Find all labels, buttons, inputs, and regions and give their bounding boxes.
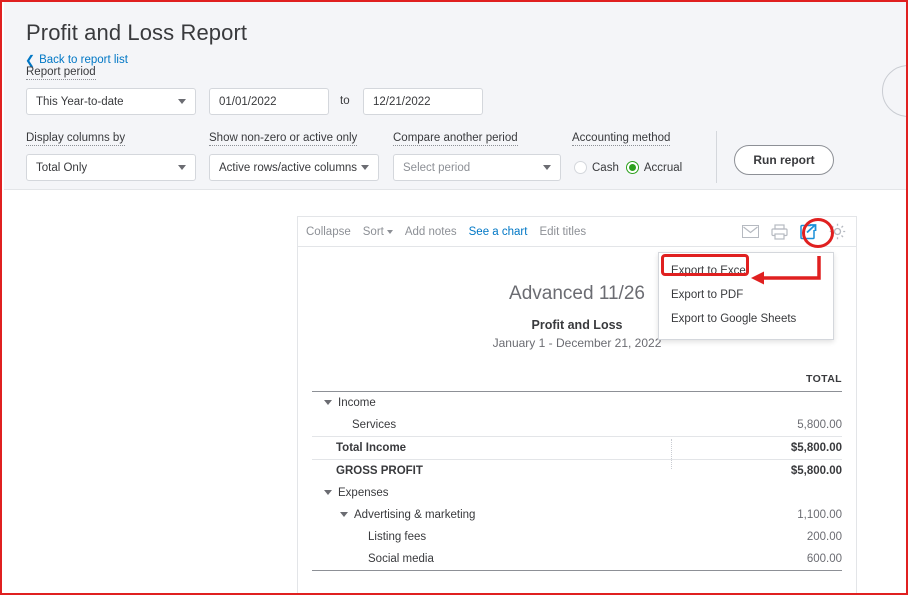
gear-icon[interactable] [829, 223, 846, 240]
row-label: Services [352, 419, 397, 431]
report-toolbar: Collapse Sort Add notes See a chart Edit… [298, 217, 856, 247]
row-amount-cell: 1,100.00 [797, 509, 842, 521]
row-label: Income [338, 397, 376, 409]
compare-period-select[interactable]: Select period [393, 154, 561, 181]
back-to-report-list-link[interactable]: ❮ Back to report list [25, 54, 128, 66]
edge-help-circle[interactable] [882, 65, 906, 117]
table-row: Advertising & marketing 1,100.00 [312, 504, 842, 526]
display-columns-select[interactable]: Total Only [26, 154, 196, 181]
row-amount-cell: $5,800.00 [692, 436, 842, 460]
row-amount-cell: $5,800.00 [692, 459, 842, 482]
row-label: Listing fees [368, 531, 427, 543]
row-label-cell: Listing fees [312, 526, 692, 548]
radio-accrual-label: Accrual [643, 161, 683, 174]
profit-loss-table: TOTAL Income Services 5,800.00 Total Income… [312, 368, 842, 571]
export-dropdown-menu: Export to Excel Export to PDF Export to … [658, 252, 834, 340]
see-a-chart-link[interactable]: See a chart [469, 226, 528, 238]
compare-period-value: Select period [403, 161, 471, 174]
report-period-value: This Year-to-date [36, 95, 124, 108]
row-label-cell: Services [312, 414, 692, 437]
date-from-input[interactable]: 01/01/2022 [209, 88, 329, 115]
row-label-cell: GROSS PROFIT [312, 459, 692, 482]
table-row: Listing fees 200.00 [312, 526, 842, 548]
date-range-to-label: to [340, 95, 350, 107]
table-header-row: TOTAL [312, 368, 842, 392]
radio-cash[interactable]: Cash [574, 161, 619, 174]
row-amount-cell [692, 482, 842, 504]
display-columns-label: Display columns by [26, 132, 126, 146]
toolbar-divider [716, 131, 717, 183]
report-period-select[interactable]: This Year-to-date [26, 88, 196, 115]
menu-item-export-to-excel[interactable]: Export to Excel [659, 259, 833, 283]
page-title: Profit and Loss Report [26, 20, 248, 45]
display-columns-value: Total Only [36, 161, 88, 174]
report-action-icons [742, 223, 848, 240]
compare-period-label: Compare another period [393, 132, 518, 146]
collapse-triangle-icon[interactable] [324, 490, 332, 496]
chevron-down-icon [178, 165, 186, 170]
row-label: GROSS PROFIT [336, 465, 423, 477]
row-label-cell[interactable]: Income [312, 392, 692, 414]
table-row: GROSS PROFIT $5,800.00 [312, 459, 842, 482]
row-label: Expenses [338, 487, 389, 499]
chevron-down-icon [361, 165, 369, 170]
chevron-down-icon [543, 165, 551, 170]
edit-titles-link[interactable]: Edit titles [539, 226, 586, 238]
table-row: Services 5,800.00 [312, 414, 842, 437]
row-label: Advertising & marketing [354, 509, 476, 521]
row-label: Social media [368, 553, 434, 565]
table-row: Income [312, 392, 842, 414]
row-amount-cell: 200.00 [806, 531, 842, 543]
radio-selected-icon [625, 161, 639, 174]
show-nonzero-value: Active rows/active columns [219, 161, 358, 174]
table-row: Social media 600.00 [312, 548, 842, 571]
row-amount-cell: 600.00 [692, 548, 842, 571]
radio-cash-label: Cash [592, 161, 619, 174]
back-link-label: Back to report list [39, 54, 128, 66]
row-label-cell: Total Income [312, 436, 692, 460]
add-notes-link[interactable]: Add notes [405, 226, 457, 238]
email-icon[interactable] [742, 225, 759, 238]
collapse-triangle-icon[interactable] [324, 400, 332, 406]
row-label-cell: Social media [312, 548, 692, 571]
date-to-value: 12/21/2022 [373, 95, 431, 108]
accounting-method-label: Accounting method [572, 132, 671, 146]
collapse-triangle-icon[interactable] [340, 512, 348, 518]
menu-item-export-to-pdf[interactable]: Export to PDF [659, 283, 833, 307]
sort-link-label: Sort [362, 225, 384, 238]
radio-unselected-icon [574, 161, 587, 174]
header-account-cell [312, 368, 692, 392]
show-nonzero-label: Show non-zero or active only [209, 132, 358, 146]
table-body: TOTAL [312, 368, 842, 392]
run-report-button[interactable]: Run report [734, 145, 834, 175]
table-row: Expenses [312, 482, 842, 504]
sort-link[interactable]: Sort [363, 226, 393, 238]
header-total-cell: TOTAL [805, 373, 842, 385]
table-row: Total Income $5,800.00 [312, 436, 842, 460]
row-label-cell[interactable]: Expenses [312, 482, 692, 504]
accounting-method-group: Cash Accrual [574, 161, 682, 174]
print-icon[interactable] [771, 223, 788, 240]
date-to-input[interactable]: 12/21/2022 [363, 88, 483, 115]
export-icon[interactable] [800, 223, 817, 240]
report-period-label: Report period [26, 66, 96, 80]
column-divider [671, 439, 672, 469]
chevron-down-icon [386, 229, 393, 234]
date-from-value: 01/01/2022 [219, 95, 277, 108]
radio-accrual[interactable]: Accrual [625, 161, 683, 174]
menu-item-export-to-google-sheets[interactable]: Export to Google Sheets [659, 307, 833, 331]
app-root: Profit and Loss Report ❮ Back to report … [0, 0, 908, 595]
chevron-down-icon [178, 99, 186, 104]
row-amount-cell [692, 392, 842, 414]
row-amount-cell: 5,800.00 [797, 419, 842, 431]
row-label-cell[interactable]: Advertising & marketing [312, 504, 692, 526]
report-filter-panel: Profit and Loss Report ❮ Back to report … [4, 2, 906, 190]
show-nonzero-select[interactable]: Active rows/active columns [209, 154, 379, 181]
table-rows: Income Services 5,800.00 Total Income $5,800… [312, 392, 842, 571]
row-label: Total Income [336, 442, 407, 454]
collapse-link[interactable]: Collapse [306, 226, 351, 238]
chevron-left-icon: ❮ [25, 53, 36, 67]
